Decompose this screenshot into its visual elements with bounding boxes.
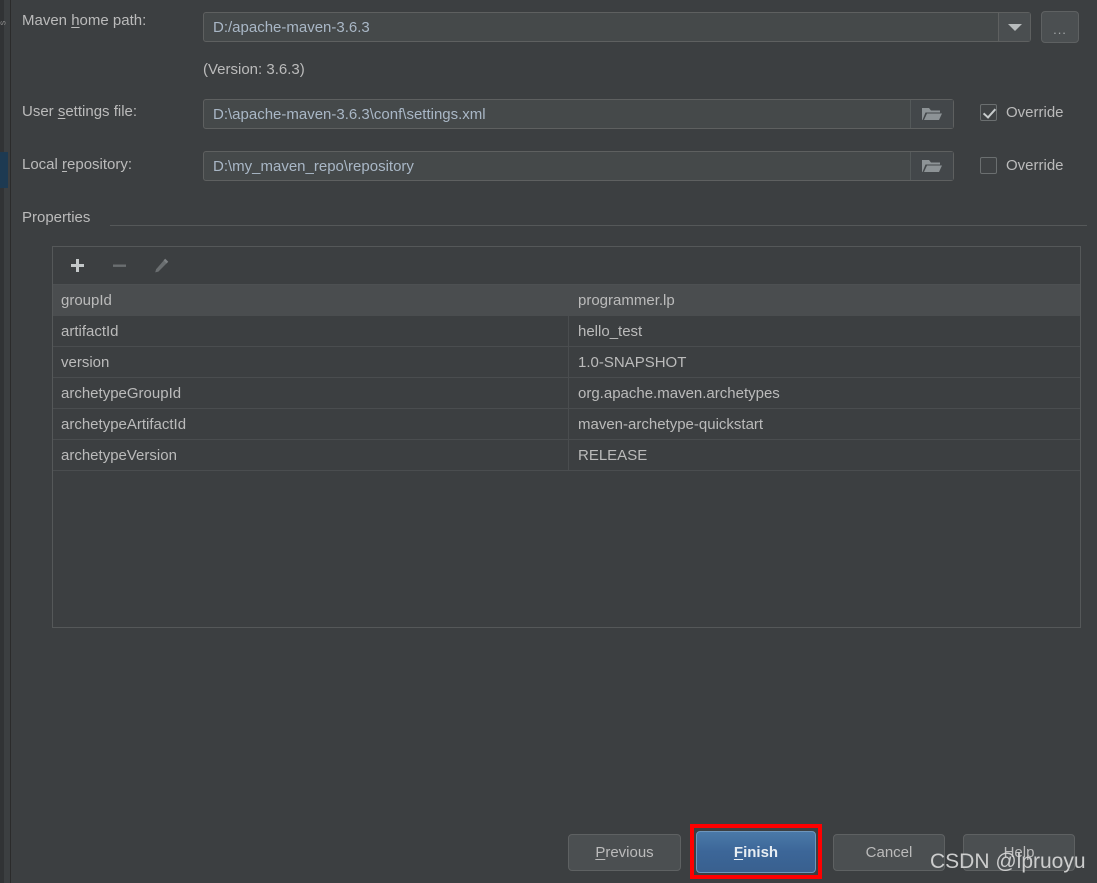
user-settings-override-checkbox-box[interactable] <box>980 104 997 121</box>
plus-icon <box>70 259 84 272</box>
table-row[interactable]: artifactId hello_test <box>53 316 1080 347</box>
property-key-cell: version <box>53 347 569 377</box>
user-settings-file-value: D:\apache-maven-3.6.3\conf\settings.xml <box>213 105 486 123</box>
maven-home-path-browse-button[interactable]: ... <box>1041 11 1079 43</box>
table-row[interactable]: groupId programmer.lp <box>53 285 1080 316</box>
add-property-button[interactable] <box>66 255 88 277</box>
property-value-cell: 1.0-SNAPSHOT <box>578 353 687 371</box>
property-key-cell: archetypeGroupId <box>53 378 569 408</box>
property-value-cell: org.apache.maven.archetypes <box>578 384 780 402</box>
left-strip-glyph: s <box>0 21 7 26</box>
properties-table[interactable]: groupId programmer.lp artifactId hello_test… <box>52 246 1081 628</box>
csdn-watermark: CSDN @lpruoyu <box>930 850 1086 873</box>
cancel-button-label: Cancel <box>865 844 913 861</box>
user-settings-file-label: User settings file: <box>22 103 138 120</box>
local-repository-value: D:\my_maven_repo\repository <box>213 157 414 175</box>
ellipsis-icon: ... <box>1053 22 1067 37</box>
minus-icon <box>112 264 126 267</box>
property-key-cell: archetypeArtifactId <box>53 409 569 439</box>
maven-version-note: (Version: 3.6.3) <box>203 61 305 78</box>
property-value-cell: maven-archetype-quickstart <box>578 415 764 433</box>
left-strip-blue-segment <box>0 152 8 188</box>
previous-button[interactable]: Previous <box>568 834 681 871</box>
table-row[interactable]: archetypeGroupId org.apache.maven.archety… <box>53 378 1080 409</box>
edit-property-button[interactable] <box>150 255 172 277</box>
user-settings-file-row: User settings file: <box>22 103 137 120</box>
previous-button-label: Previous <box>595 844 654 861</box>
finish-button[interactable]: Finish <box>696 831 816 873</box>
property-key-cell: artifactId <box>53 316 569 346</box>
user-settings-override-checkbox[interactable]: Override <box>980 104 1064 121</box>
user-settings-file-input[interactable]: D:\apache-maven-3.6.3\conf\settings.xml <box>203 99 954 129</box>
property-key-cell: archetypeVersion <box>53 440 569 470</box>
pencil-icon <box>155 258 169 272</box>
local-repository-label: Local repository: <box>22 156 133 173</box>
table-row[interactable]: version 1.0-SNAPSHOT <box>53 347 1080 378</box>
property-value-cell: RELEASE <box>578 446 648 464</box>
properties-row-list: groupId programmer.lp artifactId hello_test… <box>53 285 1080 471</box>
local-repository-browse-button[interactable] <box>910 152 953 180</box>
cancel-button[interactable]: Cancel <box>833 834 945 871</box>
maven-home-path-value: D:/apache-maven-3.6.3 <box>213 18 370 36</box>
remove-property-button[interactable] <box>108 255 130 277</box>
table-row[interactable]: archetypeArtifactId maven-archetype-quick… <box>53 409 1080 440</box>
folder-icon <box>922 108 942 120</box>
user-settings-override-label: Override <box>1006 104 1064 121</box>
table-row[interactable]: archetypeVersion RELEASE <box>53 440 1080 471</box>
properties-table-toolbar <box>53 247 1080 285</box>
chevron-down-icon <box>1007 23 1022 31</box>
local-repository-override-checkbox-box[interactable] <box>980 157 997 174</box>
property-key-cell: groupId <box>53 285 569 315</box>
folder-icon <box>922 160 942 172</box>
maven-home-path-dropdown-button[interactable] <box>998 13 1030 41</box>
left-strip-dark-segment <box>0 0 4 883</box>
properties-group-separator <box>110 225 1087 226</box>
local-repository-override-checkbox[interactable]: Override <box>980 157 1064 174</box>
local-repository-override-label: Override <box>1006 157 1064 174</box>
user-settings-file-browse-button[interactable] <box>910 100 953 128</box>
maven-home-path-label: Maven home path: <box>22 12 147 29</box>
properties-group-title: Properties <box>22 209 99 226</box>
property-value-cell: hello_test <box>578 322 643 340</box>
maven-home-path-row: Maven home path: <box>22 12 146 29</box>
local-repository-input[interactable]: D:\my_maven_repo\repository <box>203 151 954 181</box>
finish-button-label: Finish <box>733 843 779 861</box>
maven-home-path-combobox[interactable]: D:/apache-maven-3.6.3 <box>203 12 1031 42</box>
property-value-cell: programmer.lp <box>578 291 675 309</box>
left-edge-strip: s <box>0 0 11 883</box>
local-repository-row: Local repository: <box>22 156 132 173</box>
